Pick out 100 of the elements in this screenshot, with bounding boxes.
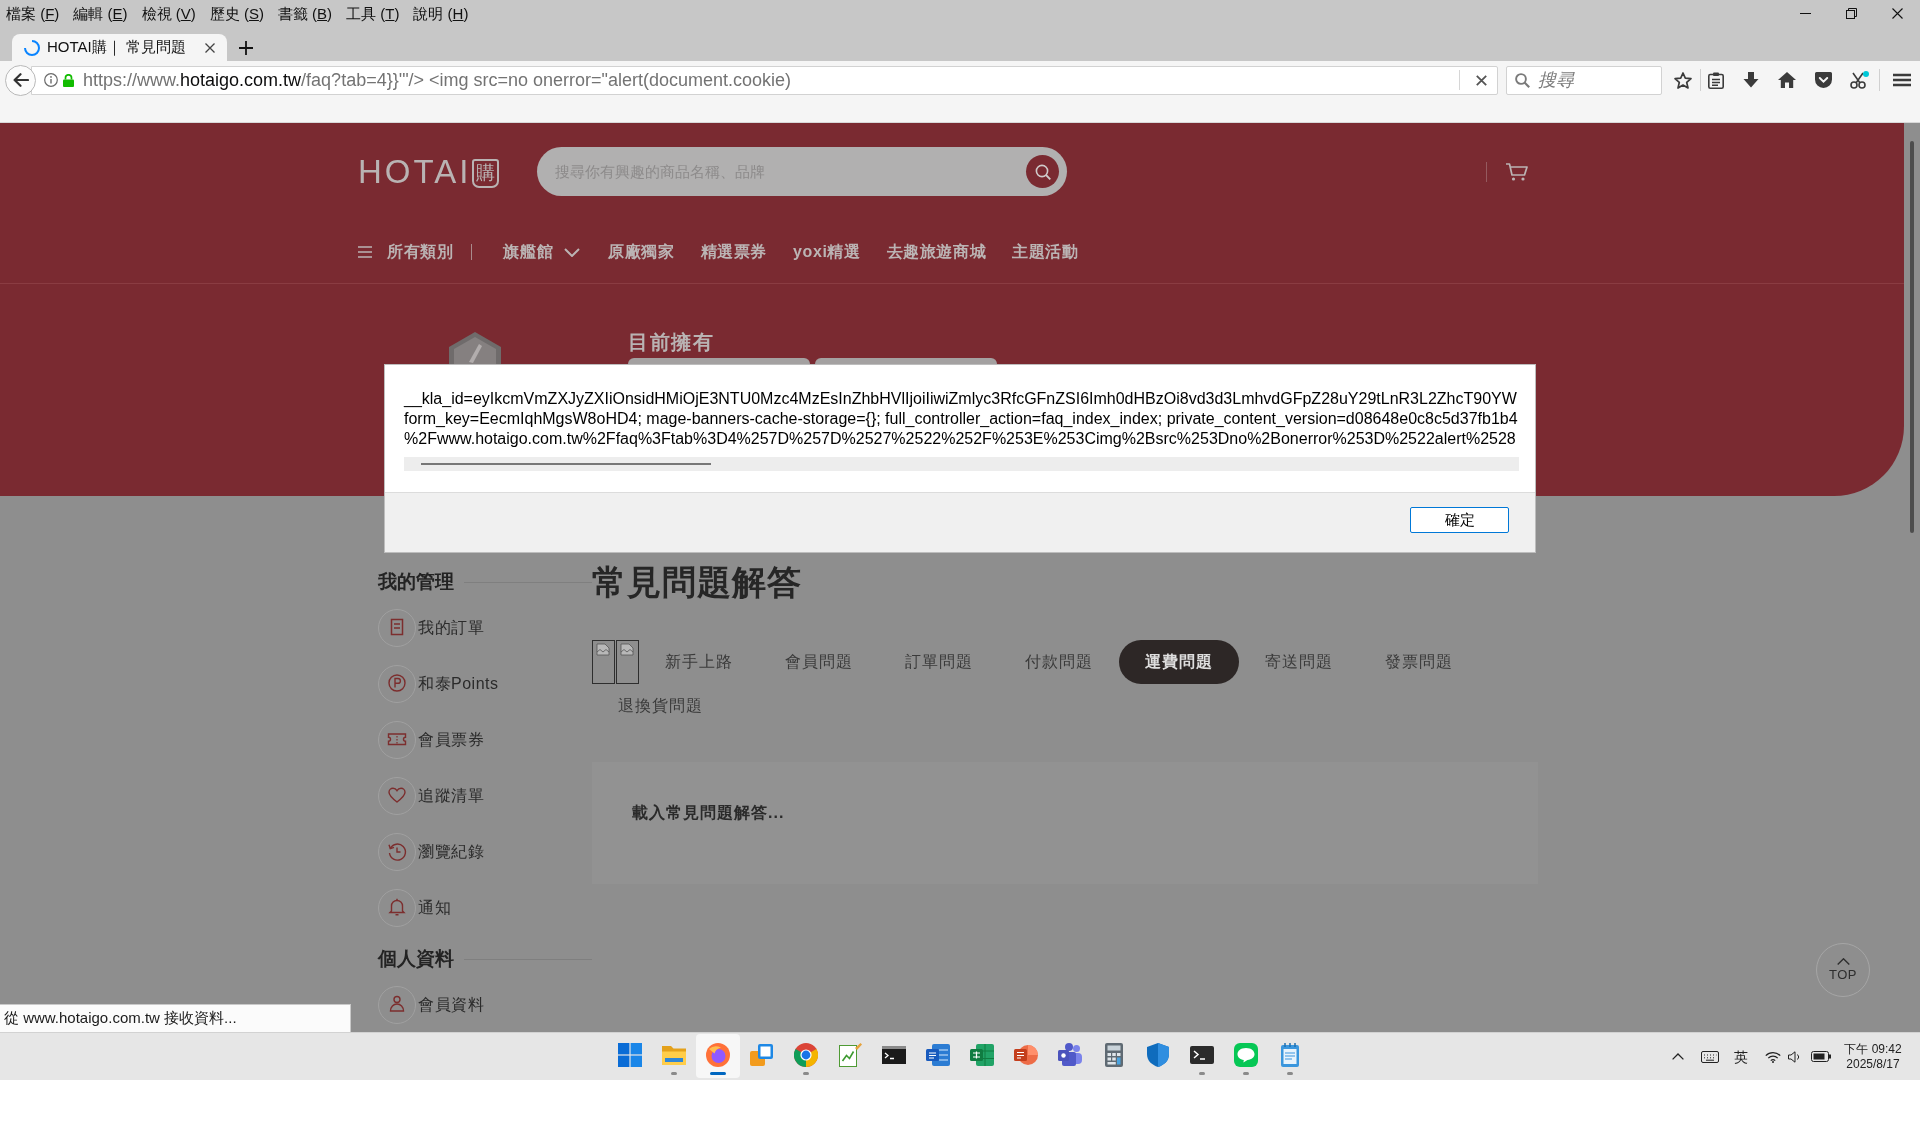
- close-icon: [1891, 8, 1903, 19]
- alert-message-line: __kla_id=eyIkcmVmZXJyZXIiOnsidHMiOjE3NTU0Mzc4MzEsInZhbHVlIjoiIiwiZmlyc3RfcGFnZSI6Imh0dHBzOi8vd3d3LmhvdGFpZ28uY29tLnR3L2ZhcT90YW: [404, 389, 1518, 409]
- ok-button[interactable]: 確定: [1410, 507, 1509, 533]
- nav-link[interactable]: yoxi精選: [793, 240, 861, 264]
- search-icon: [1034, 163, 1051, 180]
- people-app-icon: [1058, 1043, 1082, 1067]
- page-title: 常見問題解答: [592, 562, 803, 603]
- hexagon-badge-icon: [449, 332, 501, 364]
- menu-icon: [358, 246, 372, 258]
- clock-time: 下午 09:42: [1843, 1041, 1903, 1057]
- speaker-icon[interactable]: [1788, 1050, 1801, 1063]
- sidebar-link[interactable]: 瀏覽紀錄: [378, 824, 592, 880]
- site-logo[interactable]: HOTAI 購: [358, 154, 500, 189]
- menu-item[interactable]: 工具 (T): [346, 3, 400, 24]
- start-menu-icon: [618, 1043, 642, 1067]
- nav-link[interactable]: 旗艦館: [503, 240, 581, 264]
- faq-tab[interactable]: 付款問題: [999, 640, 1119, 684]
- cart-link[interactable]: [1506, 162, 1528, 181]
- close-icon: [205, 42, 215, 53]
- circled-p-icon: [378, 665, 416, 703]
- chat-bubble-icon: [1234, 1043, 1258, 1067]
- faq-tab[interactable]: 會員問題: [759, 640, 879, 684]
- section-heading: 我的管理: [378, 570, 454, 594]
- folder-icon: [662, 1043, 686, 1067]
- nav-link[interactable]: 主題活動: [1012, 240, 1079, 264]
- restore-icon: [1845, 8, 1857, 19]
- faq-tab[interactable]: 新手上路: [639, 640, 759, 684]
- person-icon: [378, 986, 416, 1024]
- menu-item[interactable]: 說明 (H): [413, 3, 469, 24]
- sidebar-link[interactable]: 會員資料: [378, 977, 592, 1032]
- sidebar-link[interactable]: 會員票券: [378, 712, 592, 768]
- horizontal-scrollbar[interactable]: [404, 457, 1519, 471]
- calculator-icon: [1102, 1043, 1126, 1067]
- sidebar-link[interactable]: 通知: [378, 880, 592, 936]
- broken-image-icon: [616, 640, 639, 684]
- alert-message-line: form_key=EecmIqhMgsW8oHD4; mage-banners-cache-storage={}; full_controller_action=faq_index_index; private_content_version=d08648e0c8c5d37fb1b4: [404, 409, 1519, 429]
- chevron-up-icon[interactable]: [1672, 1053, 1684, 1060]
- menu-item[interactable]: 檢視 (V): [141, 3, 196, 24]
- nav-link[interactable]: 原廠獨家: [608, 240, 675, 264]
- alert-message-line: %2Fwww.hotaigo.com.tw%2Ffaq%3Ftab%3D4%257D%257D%2527%2522%252F%253E%253Cimg%2Bsrc%253Dno%2Bonerror%253D%2522alert%2528: [404, 429, 1517, 449]
- section-heading: 個人資料: [378, 947, 454, 971]
- sidebar-link[interactable]: 我的訂單: [378, 600, 592, 656]
- scrollbar-thumb[interactable]: [421, 463, 711, 465]
- faq-tab[interactable]: 發票問題: [1359, 640, 1479, 684]
- history-clock-icon: [378, 833, 416, 871]
- close-icon: [1475, 74, 1487, 86]
- minimize-icon: [1799, 13, 1811, 14]
- menu-item[interactable]: 歷史 (S): [209, 3, 264, 24]
- nav-link[interactable]: 精選票券: [700, 240, 768, 264]
- chevron-down-icon: [564, 247, 581, 257]
- notebook-pen-icon: [838, 1043, 862, 1067]
- tab-close-button[interactable]: [203, 40, 217, 55]
- clock[interactable]: 下午 09:42 2025/8/17: [1842, 1041, 1904, 1072]
- tab-title: HOTAI購｜ 常見問題: [47, 37, 187, 58]
- terminal-icon: [1190, 1043, 1214, 1067]
- status-text: 從 www.hotaigo.com.tw 接收資料...: [0, 1004, 351, 1032]
- scissors-icon: [1849, 71, 1869, 89]
- sidebar-link[interactable]: 和泰Points: [378, 656, 592, 712]
- faq-tab[interactable]: 寄送問題: [1239, 640, 1359, 684]
- download-icon: [1743, 72, 1759, 88]
- shield-chevron-icon: [1814, 72, 1832, 88]
- address-text: https://www.hotaigo.com.tw/faq?tab=4}}'"/> <img src=no onerror="alert(document.cookie): [83, 69, 793, 92]
- loading-message: 載入常見問題解答...: [632, 803, 786, 823]
- section-heading: 目前擁有: [628, 330, 715, 355]
- menu-icon: [1893, 73, 1911, 87]
- sidebar-link[interactable]: 追蹤清單: [378, 768, 592, 824]
- back-arrow-icon: [12, 73, 29, 87]
- presentation-app-icon: [1014, 1043, 1038, 1067]
- menu-item[interactable]: 檔案 (F): [6, 3, 60, 24]
- keyboard-icon[interactable]: [1701, 1050, 1719, 1063]
- search-field[interactable]: 搜尋: [1506, 65, 1662, 95]
- nav-link[interactable]: 去趣旅遊商城: [886, 240, 987, 264]
- search-button[interactable]: [1026, 155, 1060, 188]
- document-icon: [378, 609, 416, 647]
- input-mode-indicator[interactable]: 英: [1734, 1048, 1748, 1065]
- battery-icon[interactable]: [1811, 1051, 1831, 1062]
- plus-icon: [239, 40, 253, 55]
- nav-link[interactable]: 所有類別: [358, 240, 454, 264]
- search-input[interactable]: 搜尋: [1538, 66, 1661, 94]
- notepad-icon: [1278, 1043, 1302, 1067]
- console-window-icon: [882, 1043, 906, 1067]
- faq-tab[interactable]: 訂單問題: [879, 640, 999, 684]
- browser-tab[interactable]: HOTAI購｜ 常見問題: [12, 34, 227, 61]
- faq-tab[interactable]: 退換貨問題: [600, 684, 720, 728]
- faq-tab[interactable]: 運費問題: [1119, 640, 1239, 684]
- search-icon: [1515, 72, 1530, 88]
- chevron-up-icon: [1836, 958, 1850, 965]
- back-to-top-button[interactable]: TOP: [1816, 943, 1870, 997]
- segmented-circle-icon: [794, 1043, 818, 1067]
- bell-icon: [378, 889, 416, 927]
- home-icon: [1778, 72, 1796, 88]
- ticket-icon: [378, 721, 416, 759]
- wifi-icon[interactable]: [1765, 1050, 1781, 1063]
- spreadsheet-app-icon: [970, 1043, 994, 1067]
- menu-item[interactable]: 書籤 (B): [277, 3, 333, 24]
- menu-item[interactable]: 編輯 (E): [73, 3, 128, 24]
- back-button[interactable]: [5, 64, 36, 96]
- address-bar[interactable]: https://www.hotaigo.com.tw/faq?tab=4}}'"/> <img src=no onerror="alert(document.cookie): [31, 65, 1498, 95]
- info-icon: [44, 73, 58, 87]
- scrollbar-thumb[interactable]: [1910, 141, 1914, 533]
